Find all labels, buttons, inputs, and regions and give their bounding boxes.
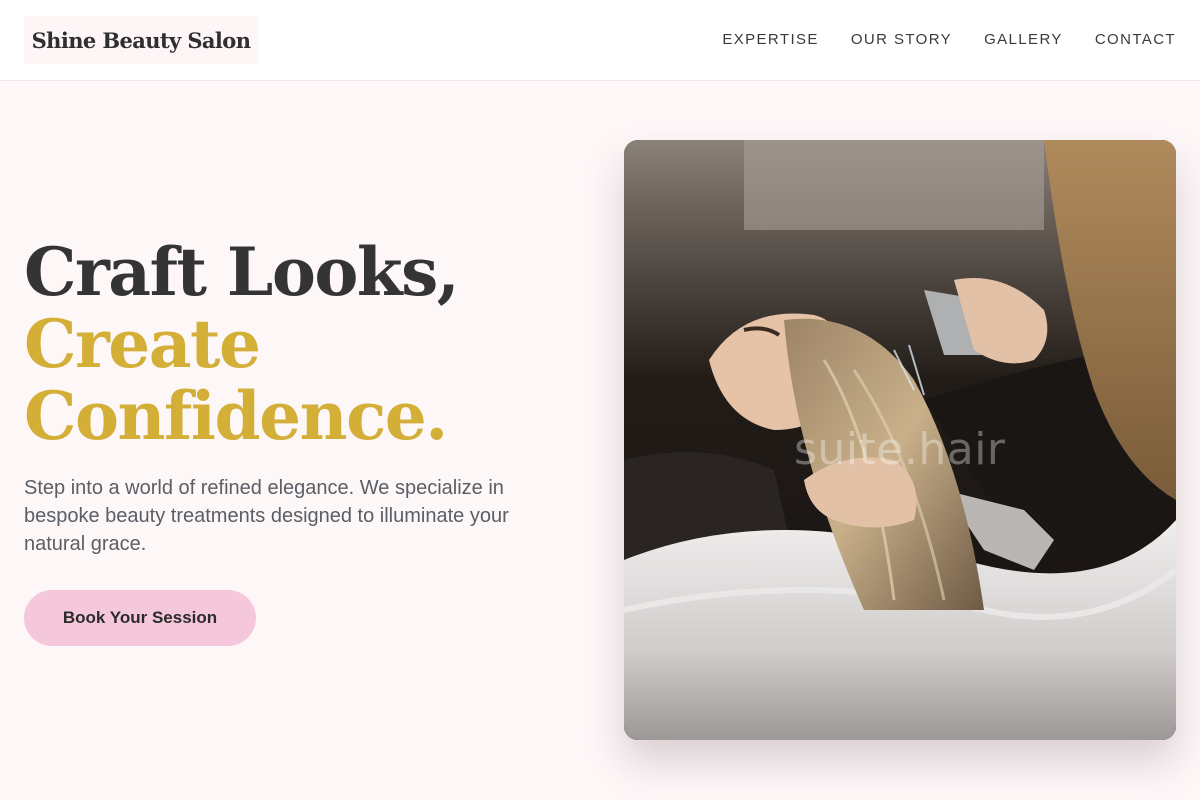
nav-link-our-story[interactable]: OUR STORY [851, 31, 952, 48]
hero-title: Craft Looks, Create Confidence. [24, 236, 584, 452]
site-header: Shine Beauty Salon EXPERTISE OUR STORY G… [0, 0, 1200, 81]
hero-title-line-3: Confidence. [24, 377, 448, 455]
nav-link-gallery[interactable]: GALLERY [984, 31, 1063, 48]
nav-link-expertise[interactable]: EXPERTISE [722, 31, 819, 48]
hero-title-line-1: Craft Looks, [24, 233, 460, 311]
hero-photo: suite.hair [624, 140, 1176, 740]
book-session-button[interactable]: Book Your Session [24, 590, 256, 646]
hero-title-line-2: Create [24, 305, 261, 383]
main-nav: EXPERTISE OUR STORY GALLERY CONTACT [722, 28, 1176, 50]
hero-subtitle: Step into a world of refined elegance. W… [24, 477, 509, 555]
photo-watermark: suite.hair [794, 424, 1006, 475]
logo[interactable]: Shine Beauty Salon [24, 16, 258, 64]
nav-link-contact[interactable]: CONTACT [1095, 31, 1176, 48]
